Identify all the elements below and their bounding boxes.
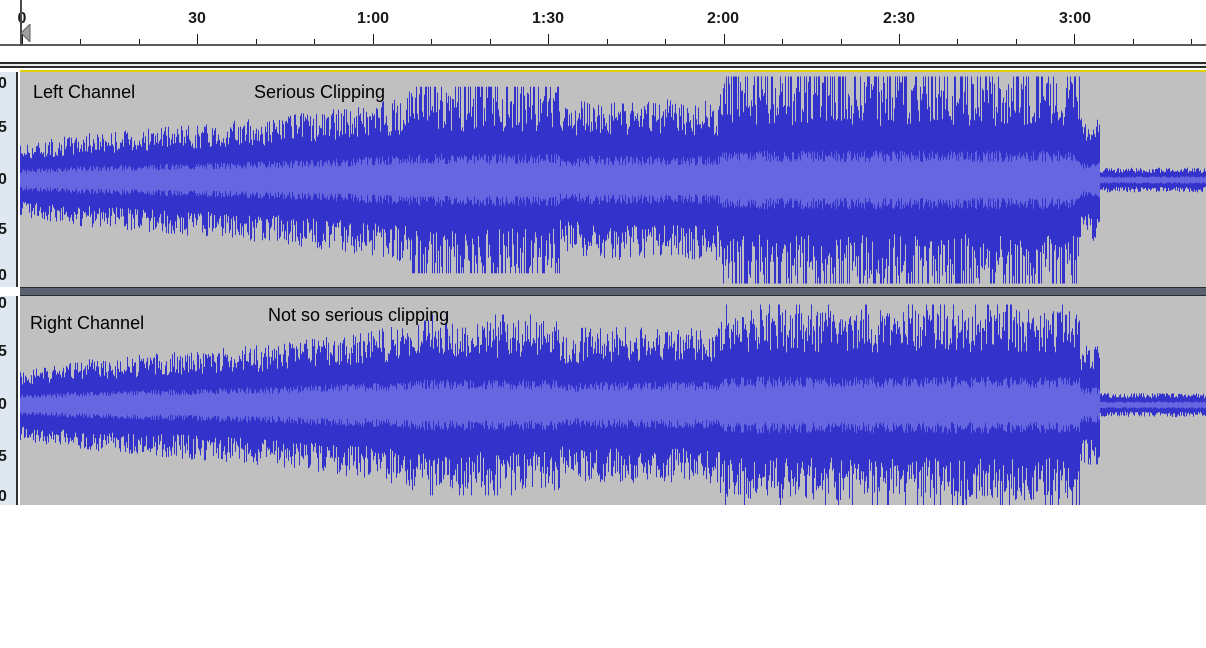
amp-label-upper-half: 5 — [0, 344, 7, 360]
timeline-label-1-00: 1:00 — [356, 10, 390, 27]
ruler-tick — [1074, 34, 1075, 44]
ruler-tick — [490, 39, 491, 44]
ruler-tick — [548, 34, 549, 44]
timeline-label-2-30: 2:30 — [882, 10, 916, 27]
right-channel-annotation: Not so serious clipping — [268, 305, 450, 325]
amp-label-top: 0 — [0, 76, 7, 92]
ruler-tick — [431, 39, 432, 44]
ruler-tick — [1133, 39, 1134, 44]
ruler-tick — [607, 39, 608, 44]
left-channel-label: Left Channel — [33, 82, 136, 102]
ruler-tick — [724, 34, 725, 44]
amp-label-top: 0 — [0, 296, 7, 312]
timeline-label-3-00: 3:00 — [1058, 10, 1092, 27]
timeline-label-30: 30 — [188, 10, 206, 27]
amp-label-lower-half: 5 — [0, 449, 7, 465]
amp-label-center: 0 — [0, 397, 7, 413]
timeline-ruler[interactable]: 0 30 1:00 1:30 2:00 2:30 3:00 — [0, 0, 1206, 46]
ruler-tick — [957, 39, 958, 44]
amp-label-upper-half: 5 — [0, 120, 7, 136]
track-separator[interactable] — [20, 287, 1206, 296]
playhead-marker-icon[interactable] — [21, 24, 31, 42]
ruler-gap — [0, 46, 1206, 62]
ruler-tick — [665, 39, 666, 44]
amp-label-lower-half: 5 — [0, 222, 7, 238]
right-channel-label: Right Channel — [30, 313, 145, 333]
right-channel-amplitude-ruler[interactable]: 0 5 0 5 0 — [0, 296, 18, 505]
ruler-tick — [80, 39, 81, 44]
amp-label-center: 0 — [0, 172, 7, 188]
right-channel-waveform[interactable] — [20, 296, 1206, 505]
timeline-label-1-30: 1:30 — [531, 10, 565, 27]
ruler-tick — [782, 39, 783, 44]
left-channel-amplitude-ruler[interactable]: 0 5 0 5 0 — [0, 72, 18, 287]
ruler-tick — [139, 39, 140, 44]
left-channel-waveform[interactable] — [20, 72, 1206, 287]
audio-editor-window: 0 30 1:00 1:30 2:00 2:30 3:00 0 5 0 5 0 … — [0, 0, 1206, 505]
ruler-tick — [1191, 39, 1192, 44]
ruler-tick — [899, 34, 900, 44]
amp-label-bottom: 0 — [0, 489, 7, 505]
amp-label-bottom: 0 — [0, 268, 7, 284]
ruler-tick — [841, 39, 842, 44]
ruler-tick — [314, 39, 315, 44]
ruler-tick — [1016, 39, 1017, 44]
ruler-tick — [373, 34, 374, 44]
ruler-tick — [197, 34, 198, 44]
left-channel-annotation: Serious Clipping — [254, 82, 386, 102]
track-area-border — [0, 62, 1206, 68]
timeline-label-2-00: 2:00 — [706, 10, 740, 27]
ruler-tick — [256, 39, 257, 44]
